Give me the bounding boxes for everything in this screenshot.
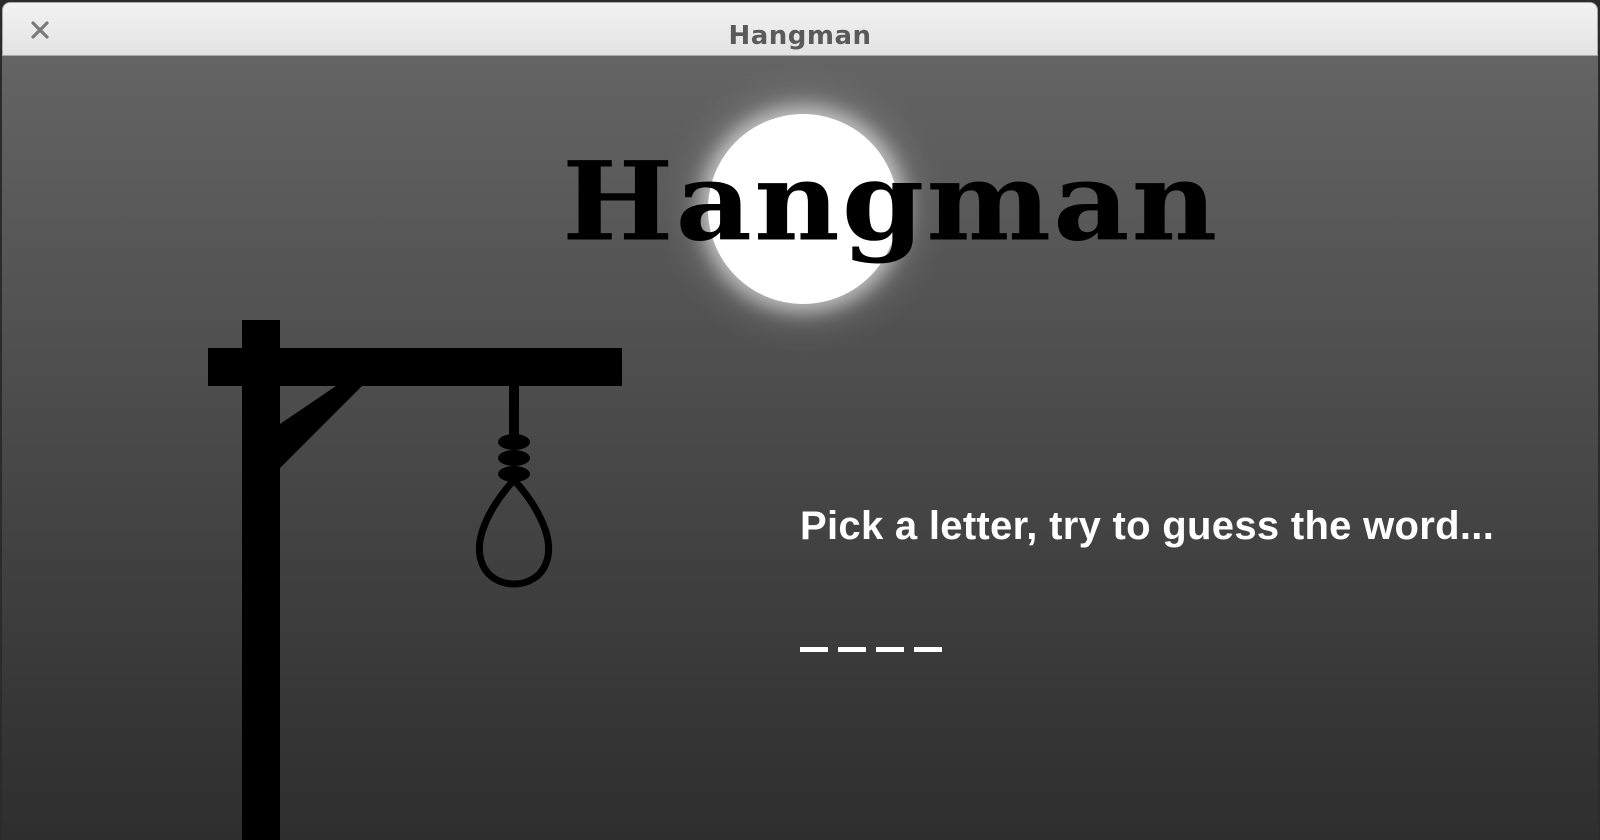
game-logo: Hangman <box>562 137 1220 266</box>
game-area: Hangman Pick a letter, try to guess the … <box>2 56 1598 840</box>
noose-icon <box>475 386 553 588</box>
title-bar[interactable]: Hangman <box>2 2 1598 56</box>
game-prompt: Pick a letter, try to guess the word... <box>800 504 1495 548</box>
word-display <box>800 612 942 652</box>
window-title: Hangman <box>728 21 872 51</box>
letter-slot <box>876 612 904 652</box>
letter-slot <box>800 612 828 652</box>
letter-slot <box>838 612 866 652</box>
letter-slot <box>914 612 942 652</box>
gallows-icon <box>208 320 622 840</box>
hangman-window: Hangman Hangman Pick a letter, try to gu… <box>0 0 1600 840</box>
